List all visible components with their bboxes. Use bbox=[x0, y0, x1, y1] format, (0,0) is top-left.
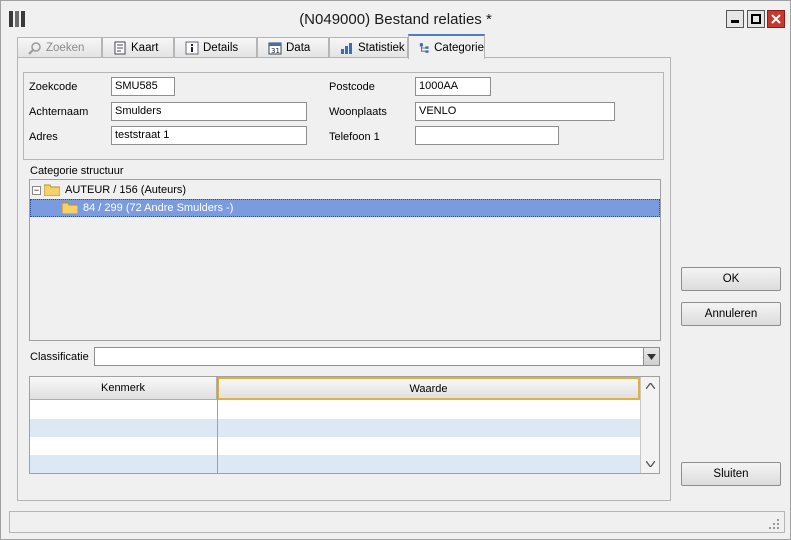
woonplaats-field[interactable]: VENLO bbox=[415, 102, 615, 121]
tab-statistiek[interactable]: Statistiek bbox=[329, 37, 408, 58]
scroll-up-icon[interactable] bbox=[643, 379, 657, 393]
achternaam-label: Achternaam bbox=[29, 106, 89, 118]
info-icon bbox=[185, 41, 199, 55]
achternaam-field[interactable]: Smulders bbox=[111, 102, 307, 121]
category-tree[interactable]: − AUTEUR / 156 (Auteurs) 84 / 299 (72 An… bbox=[29, 179, 661, 341]
close-icon bbox=[771, 14, 781, 24]
woonplaats-label: Woonplaats bbox=[329, 106, 387, 118]
folder-icon bbox=[44, 184, 60, 196]
classificatie-dropdown[interactable] bbox=[94, 347, 660, 366]
ok-button[interactable]: OK bbox=[681, 267, 781, 291]
tab-zoeken[interactable]: Zoeken bbox=[17, 37, 102, 58]
table-row[interactable] bbox=[30, 401, 640, 419]
tab-label: Data bbox=[286, 42, 311, 54]
cancel-button[interactable]: Annuleren bbox=[681, 302, 781, 326]
minimize-icon bbox=[731, 20, 739, 23]
tree-icon bbox=[419, 42, 429, 53]
chevron-down-icon bbox=[647, 353, 656, 360]
scroll-down-icon[interactable] bbox=[643, 457, 657, 471]
minimize-button[interactable] bbox=[726, 10, 744, 28]
column-divider bbox=[217, 377, 218, 473]
zoekcode-label: Zoekcode bbox=[29, 81, 78, 93]
adres-field[interactable]: teststraat 1 bbox=[111, 126, 307, 145]
folder-icon bbox=[62, 202, 78, 214]
table-row[interactable] bbox=[30, 455, 640, 473]
close-button[interactable]: Sluiten bbox=[681, 462, 781, 486]
telefoon-label: Telefoon 1 bbox=[329, 131, 380, 143]
tab-label: Details bbox=[203, 42, 239, 54]
zoekcode-field[interactable]: SMU585 bbox=[111, 77, 175, 96]
tab-data[interactable]: 31 Data bbox=[257, 37, 329, 58]
tree-label: Categorie structuur bbox=[30, 165, 124, 177]
tree-node-label: AUTEUR / 156 (Auteurs) bbox=[65, 184, 187, 196]
column-header-kenmerk[interactable]: Kenmerk bbox=[30, 377, 217, 400]
main-window: (N049000) Bestand relaties * Zoeken Kaar… bbox=[0, 0, 791, 540]
tree-node[interactable]: − AUTEUR / 156 (Auteurs) bbox=[32, 181, 186, 199]
classificatie-label: Classificatie bbox=[30, 351, 89, 363]
resize-grip-icon[interactable] bbox=[768, 518, 780, 530]
tab-label: Kaart bbox=[131, 42, 159, 54]
tree-node-label: 84 / 299 (72 Andre Smulders -) bbox=[83, 202, 234, 214]
tree-node-selected[interactable]: 84 / 299 (72 Andre Smulders -) bbox=[30, 199, 660, 217]
tab-label: Zoeken bbox=[46, 42, 85, 54]
vertical-scrollbar[interactable] bbox=[640, 377, 659, 473]
close-window-button[interactable] bbox=[767, 10, 785, 28]
title-bar: (N049000) Bestand relaties * bbox=[1, 1, 790, 37]
tab-details[interactable]: Details bbox=[174, 37, 257, 58]
telefoon-field[interactable] bbox=[415, 126, 559, 145]
postcode-field[interactable]: 1000AA bbox=[415, 77, 491, 96]
postcode-label: Postcode bbox=[329, 81, 375, 93]
column-header-waarde[interactable]: Waarde bbox=[217, 377, 640, 400]
collapse-icon[interactable]: − bbox=[32, 185, 41, 195]
dropdown-button[interactable] bbox=[643, 348, 659, 365]
card-icon bbox=[114, 41, 126, 55]
table-row[interactable] bbox=[30, 437, 640, 455]
bar-chart-icon bbox=[341, 43, 352, 54]
svg-text:31: 31 bbox=[271, 47, 280, 55]
kenmerk-grid[interactable]: Kenmerk Waarde bbox=[29, 376, 660, 474]
calendar-icon: 31 bbox=[268, 42, 282, 55]
table-row[interactable] bbox=[30, 419, 640, 437]
tab-kaart[interactable]: Kaart bbox=[102, 37, 174, 58]
adres-label: Adres bbox=[29, 131, 58, 143]
window-title: (N049000) Bestand relaties * bbox=[299, 11, 492, 28]
magnifier-icon bbox=[28, 42, 41, 55]
tab-label: Statistiek bbox=[358, 42, 405, 54]
tab-label: Categorie bbox=[434, 41, 484, 54]
status-bar bbox=[9, 511, 785, 533]
maximize-icon bbox=[751, 14, 761, 24]
tab-categorie[interactable]: Categorie bbox=[408, 34, 485, 59]
maximize-button[interactable] bbox=[747, 10, 765, 28]
